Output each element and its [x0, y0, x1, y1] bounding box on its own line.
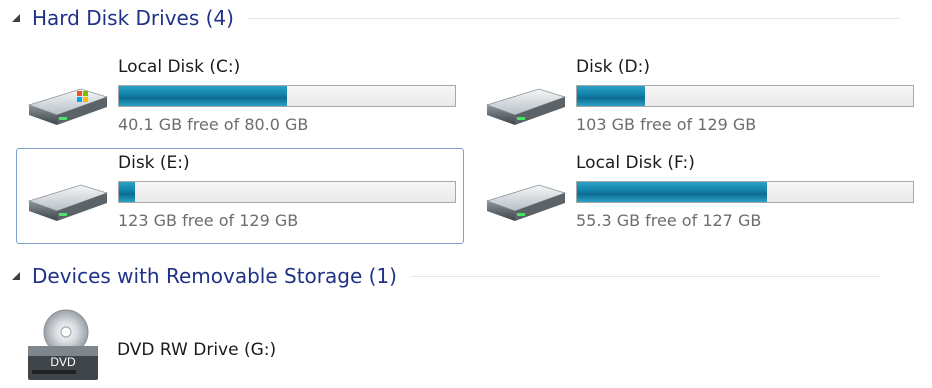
- drive-free-space: 55.3 GB free of 127 GB: [576, 211, 762, 230]
- drive-usage-fill: [119, 86, 287, 106]
- drive-tile-f[interactable]: Local Disk (F:) 55.3 GB free of 127 GB: [474, 148, 922, 244]
- drive-usage-bar: [118, 181, 456, 203]
- drive-usage-fill: [577, 182, 767, 202]
- drive-usage-bar: [576, 85, 914, 107]
- collapse-triangle-icon[interactable]: [10, 11, 24, 25]
- drive-name: Local Disk (C:): [118, 57, 241, 77]
- group-title: Hard Disk Drives (4): [32, 6, 234, 30]
- group-divider: [410, 275, 881, 277]
- drive-name: DVD RW Drive (G:): [117, 340, 277, 360]
- drive-free-space: 123 GB free of 129 GB: [118, 211, 299, 230]
- hard-drive-windows-icon: [27, 88, 109, 125]
- group-header-hard-disk-drives[interactable]: Hard Disk Drives (4): [0, 1, 932, 35]
- drive-usage-fill: [119, 182, 135, 202]
- drive-tile-d[interactable]: Disk (D:) 103 GB free of 129 GB: [474, 52, 922, 148]
- drive-name: Disk (E:): [118, 153, 190, 173]
- drive-tile-e[interactable]: Disk (E:) 123 GB free of 129 GB: [16, 148, 464, 244]
- dvd-drive-icon: DVD: [28, 309, 98, 380]
- drive-tile-g[interactable]: DVD DVD RW Drive (G:): [16, 308, 464, 388]
- group-divider: [247, 17, 900, 19]
- group-title: Devices with Removable Storage (1): [32, 264, 397, 288]
- hard-drive-icon: [485, 184, 567, 221]
- drive-free-space: 103 GB free of 129 GB: [576, 115, 757, 134]
- dvd-badge: DVD: [50, 355, 76, 369]
- hard-drive-icon: [27, 184, 109, 221]
- drive-tile-c[interactable]: Local Disk (C:) 40.1 GB free of 80.0 GB: [16, 52, 464, 148]
- drive-name: Disk (D:): [576, 57, 651, 77]
- collapse-triangle-icon[interactable]: [10, 269, 24, 283]
- drive-name: Local Disk (F:): [576, 153, 695, 173]
- drive-usage-bar: [118, 85, 456, 107]
- drive-free-space: 40.1 GB free of 80.0 GB: [118, 115, 309, 134]
- hard-drive-icon: [485, 88, 567, 125]
- group-header-removable-storage[interactable]: Devices with Removable Storage (1): [0, 259, 932, 293]
- computer-view: Hard Disk Drives (4) Local Disk (C:) 40.…: [0, 0, 932, 388]
- drive-usage-fill: [577, 86, 645, 106]
- drive-usage-bar: [576, 181, 914, 203]
